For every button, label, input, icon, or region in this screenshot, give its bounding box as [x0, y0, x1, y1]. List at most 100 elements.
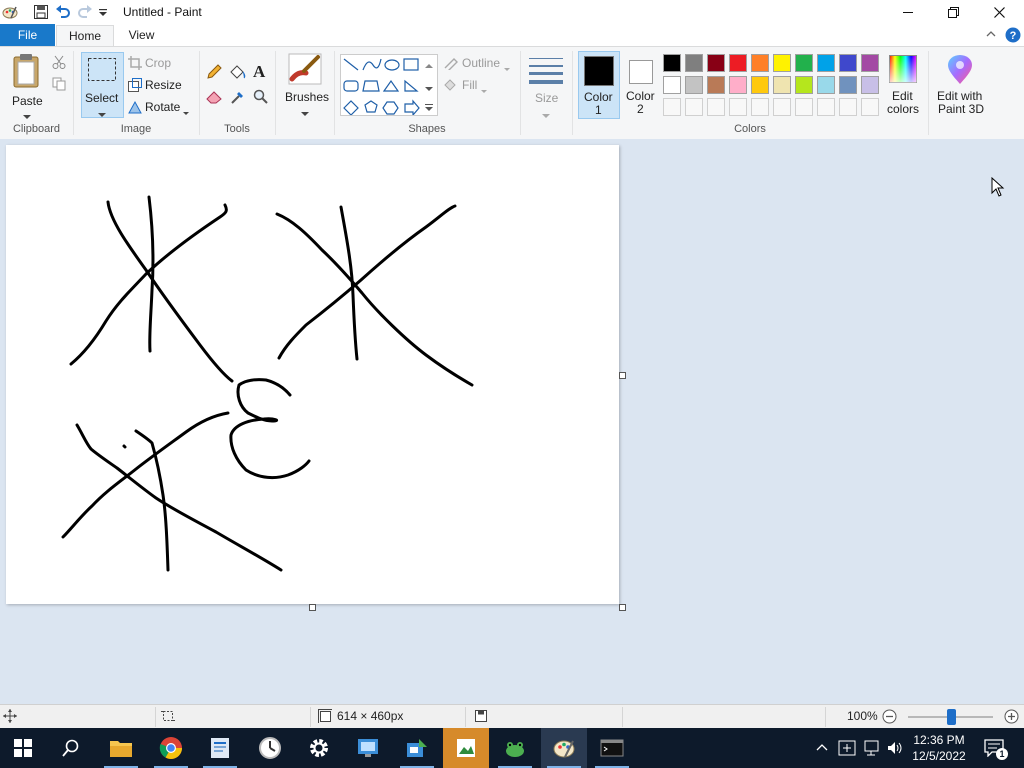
palette-swatch[interactable]	[707, 54, 725, 72]
tab-view[interactable]: View	[114, 24, 169, 46]
taskbar-settings[interactable]	[296, 728, 342, 768]
crop-button[interactable]: Crop	[128, 55, 188, 71]
resize-button[interactable]: Resize	[128, 77, 188, 93]
taskbar-game-app[interactable]	[492, 728, 538, 768]
tab-file[interactable]: File	[0, 24, 55, 46]
palette-swatch[interactable]	[861, 76, 879, 94]
copy-icon[interactable]	[52, 77, 66, 94]
palette-swatch[interactable]	[729, 76, 747, 94]
palette-swatch[interactable]	[663, 54, 681, 72]
resize-handle-bottom[interactable]	[309, 604, 316, 611]
text-tool-icon[interactable]: A	[253, 62, 265, 82]
paste-label: Paste	[12, 94, 43, 108]
start-button[interactable]	[0, 728, 46, 768]
taskbar-file-explorer[interactable]	[98, 728, 144, 768]
palette-swatch[interactable]	[773, 76, 791, 94]
show-hidden-icons-icon[interactable]	[816, 742, 828, 757]
size-button[interactable]: Size	[526, 53, 566, 118]
brushes-button[interactable]: Brushes	[280, 51, 330, 117]
palette-swatch[interactable]	[817, 76, 835, 94]
paint-app-icon[interactable]	[2, 4, 18, 20]
redo-icon[interactable]	[77, 4, 93, 20]
color-picker-icon[interactable]	[230, 89, 246, 108]
cut-icon[interactable]	[52, 55, 66, 72]
palette-swatch[interactable]	[861, 54, 879, 72]
network-icon[interactable]	[862, 740, 880, 759]
palette-swatch[interactable]	[751, 76, 769, 94]
palette-swatch[interactable]	[751, 98, 769, 116]
palette-swatch[interactable]	[839, 76, 857, 94]
taskbar-store-app[interactable]	[394, 728, 440, 768]
minimize-button[interactable]	[885, 0, 931, 24]
palette-swatch[interactable]	[729, 54, 747, 72]
drawing-canvas[interactable]	[6, 145, 619, 604]
zoom-out-button[interactable]	[882, 709, 897, 727]
edit-colors-button[interactable]: Edit colors	[884, 51, 922, 117]
eraser-icon[interactable]	[206, 90, 223, 107]
resize-handle-corner[interactable]	[619, 604, 626, 611]
restore-button[interactable]	[930, 0, 976, 24]
palette-swatch[interactable]	[707, 98, 725, 116]
search-button[interactable]	[48, 728, 94, 768]
fill-button[interactable]: Fill	[443, 77, 503, 93]
pencil-icon[interactable]	[206, 64, 222, 83]
expand-gallery-icon[interactable]	[425, 101, 433, 115]
help-icon[interactable]: ?	[1005, 27, 1021, 46]
palette-swatch[interactable]	[663, 98, 681, 116]
palette-swatch[interactable]	[773, 98, 791, 116]
notification-center-button[interactable]: 1	[980, 728, 1024, 768]
taskbar-terminal[interactable]	[589, 728, 635, 768]
system-clock[interactable]: 12:36 PM 12/5/2022	[912, 732, 966, 764]
gear-icon	[310, 739, 328, 757]
palette-swatch[interactable]	[685, 98, 703, 116]
scroll-up-icon[interactable]	[425, 58, 433, 72]
taskbar-image-app[interactable]	[443, 728, 489, 768]
paste-button[interactable]: Paste	[6, 51, 48, 119]
scroll-down-icon[interactable]	[425, 81, 433, 95]
canvas-size-icon	[318, 709, 332, 726]
color1-button[interactable]: Color 1	[578, 51, 620, 119]
taskbar-paint[interactable]	[541, 728, 587, 768]
palette-swatch[interactable]	[795, 76, 813, 94]
outline-button[interactable]: Outline	[443, 55, 515, 71]
tray-app-icon[interactable]	[838, 740, 856, 759]
rotate-button[interactable]: Rotate	[128, 99, 190, 115]
color2-swatch	[629, 60, 653, 84]
palette-swatch[interactable]	[751, 54, 769, 72]
shapes-gallery[interactable]	[340, 54, 438, 117]
tab-home[interactable]: Home	[56, 25, 114, 47]
taskbar-document-app[interactable]	[197, 728, 243, 768]
palette-swatch[interactable]	[795, 54, 813, 72]
taskbar-chrome[interactable]	[148, 728, 194, 768]
select-button[interactable]: Select	[81, 52, 124, 118]
color2-button[interactable]: Color 2	[622, 51, 660, 117]
collapse-ribbon-icon[interactable]	[985, 28, 997, 43]
customize-qat-icon[interactable]	[97, 4, 113, 20]
palette-swatch[interactable]	[773, 54, 791, 72]
edit-with-paint3d-button[interactable]: Edit with Paint 3D	[933, 51, 988, 117]
palette-swatch[interactable]	[685, 54, 703, 72]
save-icon[interactable]	[33, 4, 49, 20]
zoom-in-button[interactable]	[1004, 709, 1019, 727]
volume-icon[interactable]	[886, 740, 904, 759]
undo-icon[interactable]	[55, 4, 71, 20]
fill-bucket-icon[interactable]	[229, 64, 246, 83]
taskbar-clock-app[interactable]	[247, 728, 293, 768]
palette-swatch[interactable]	[707, 76, 725, 94]
canvas-workspace[interactable]	[0, 139, 1024, 704]
taskbar-control-panel[interactable]	[345, 728, 391, 768]
close-button[interactable]	[976, 0, 1022, 24]
palette-swatch[interactable]	[685, 76, 703, 94]
palette-swatch[interactable]	[817, 54, 835, 72]
palette-swatch[interactable]	[839, 98, 857, 116]
magnifier-icon[interactable]	[253, 89, 269, 108]
palette-swatch[interactable]	[729, 98, 747, 116]
resize-handle-right[interactable]	[619, 372, 626, 379]
palette-swatch[interactable]	[817, 98, 835, 116]
palette-swatch[interactable]	[795, 98, 813, 116]
palette-swatch[interactable]	[839, 54, 857, 72]
palette-swatch[interactable]	[861, 98, 879, 116]
outline-icon	[444, 58, 458, 70]
palette-swatch[interactable]	[663, 76, 681, 94]
zoom-slider-thumb[interactable]	[946, 709, 956, 725]
